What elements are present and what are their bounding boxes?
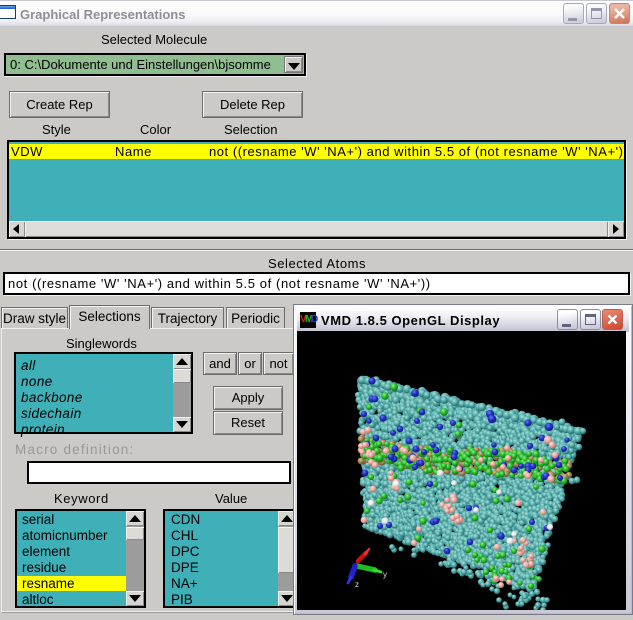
svg-text:z: z (355, 580, 359, 589)
svg-text:y: y (383, 570, 387, 579)
